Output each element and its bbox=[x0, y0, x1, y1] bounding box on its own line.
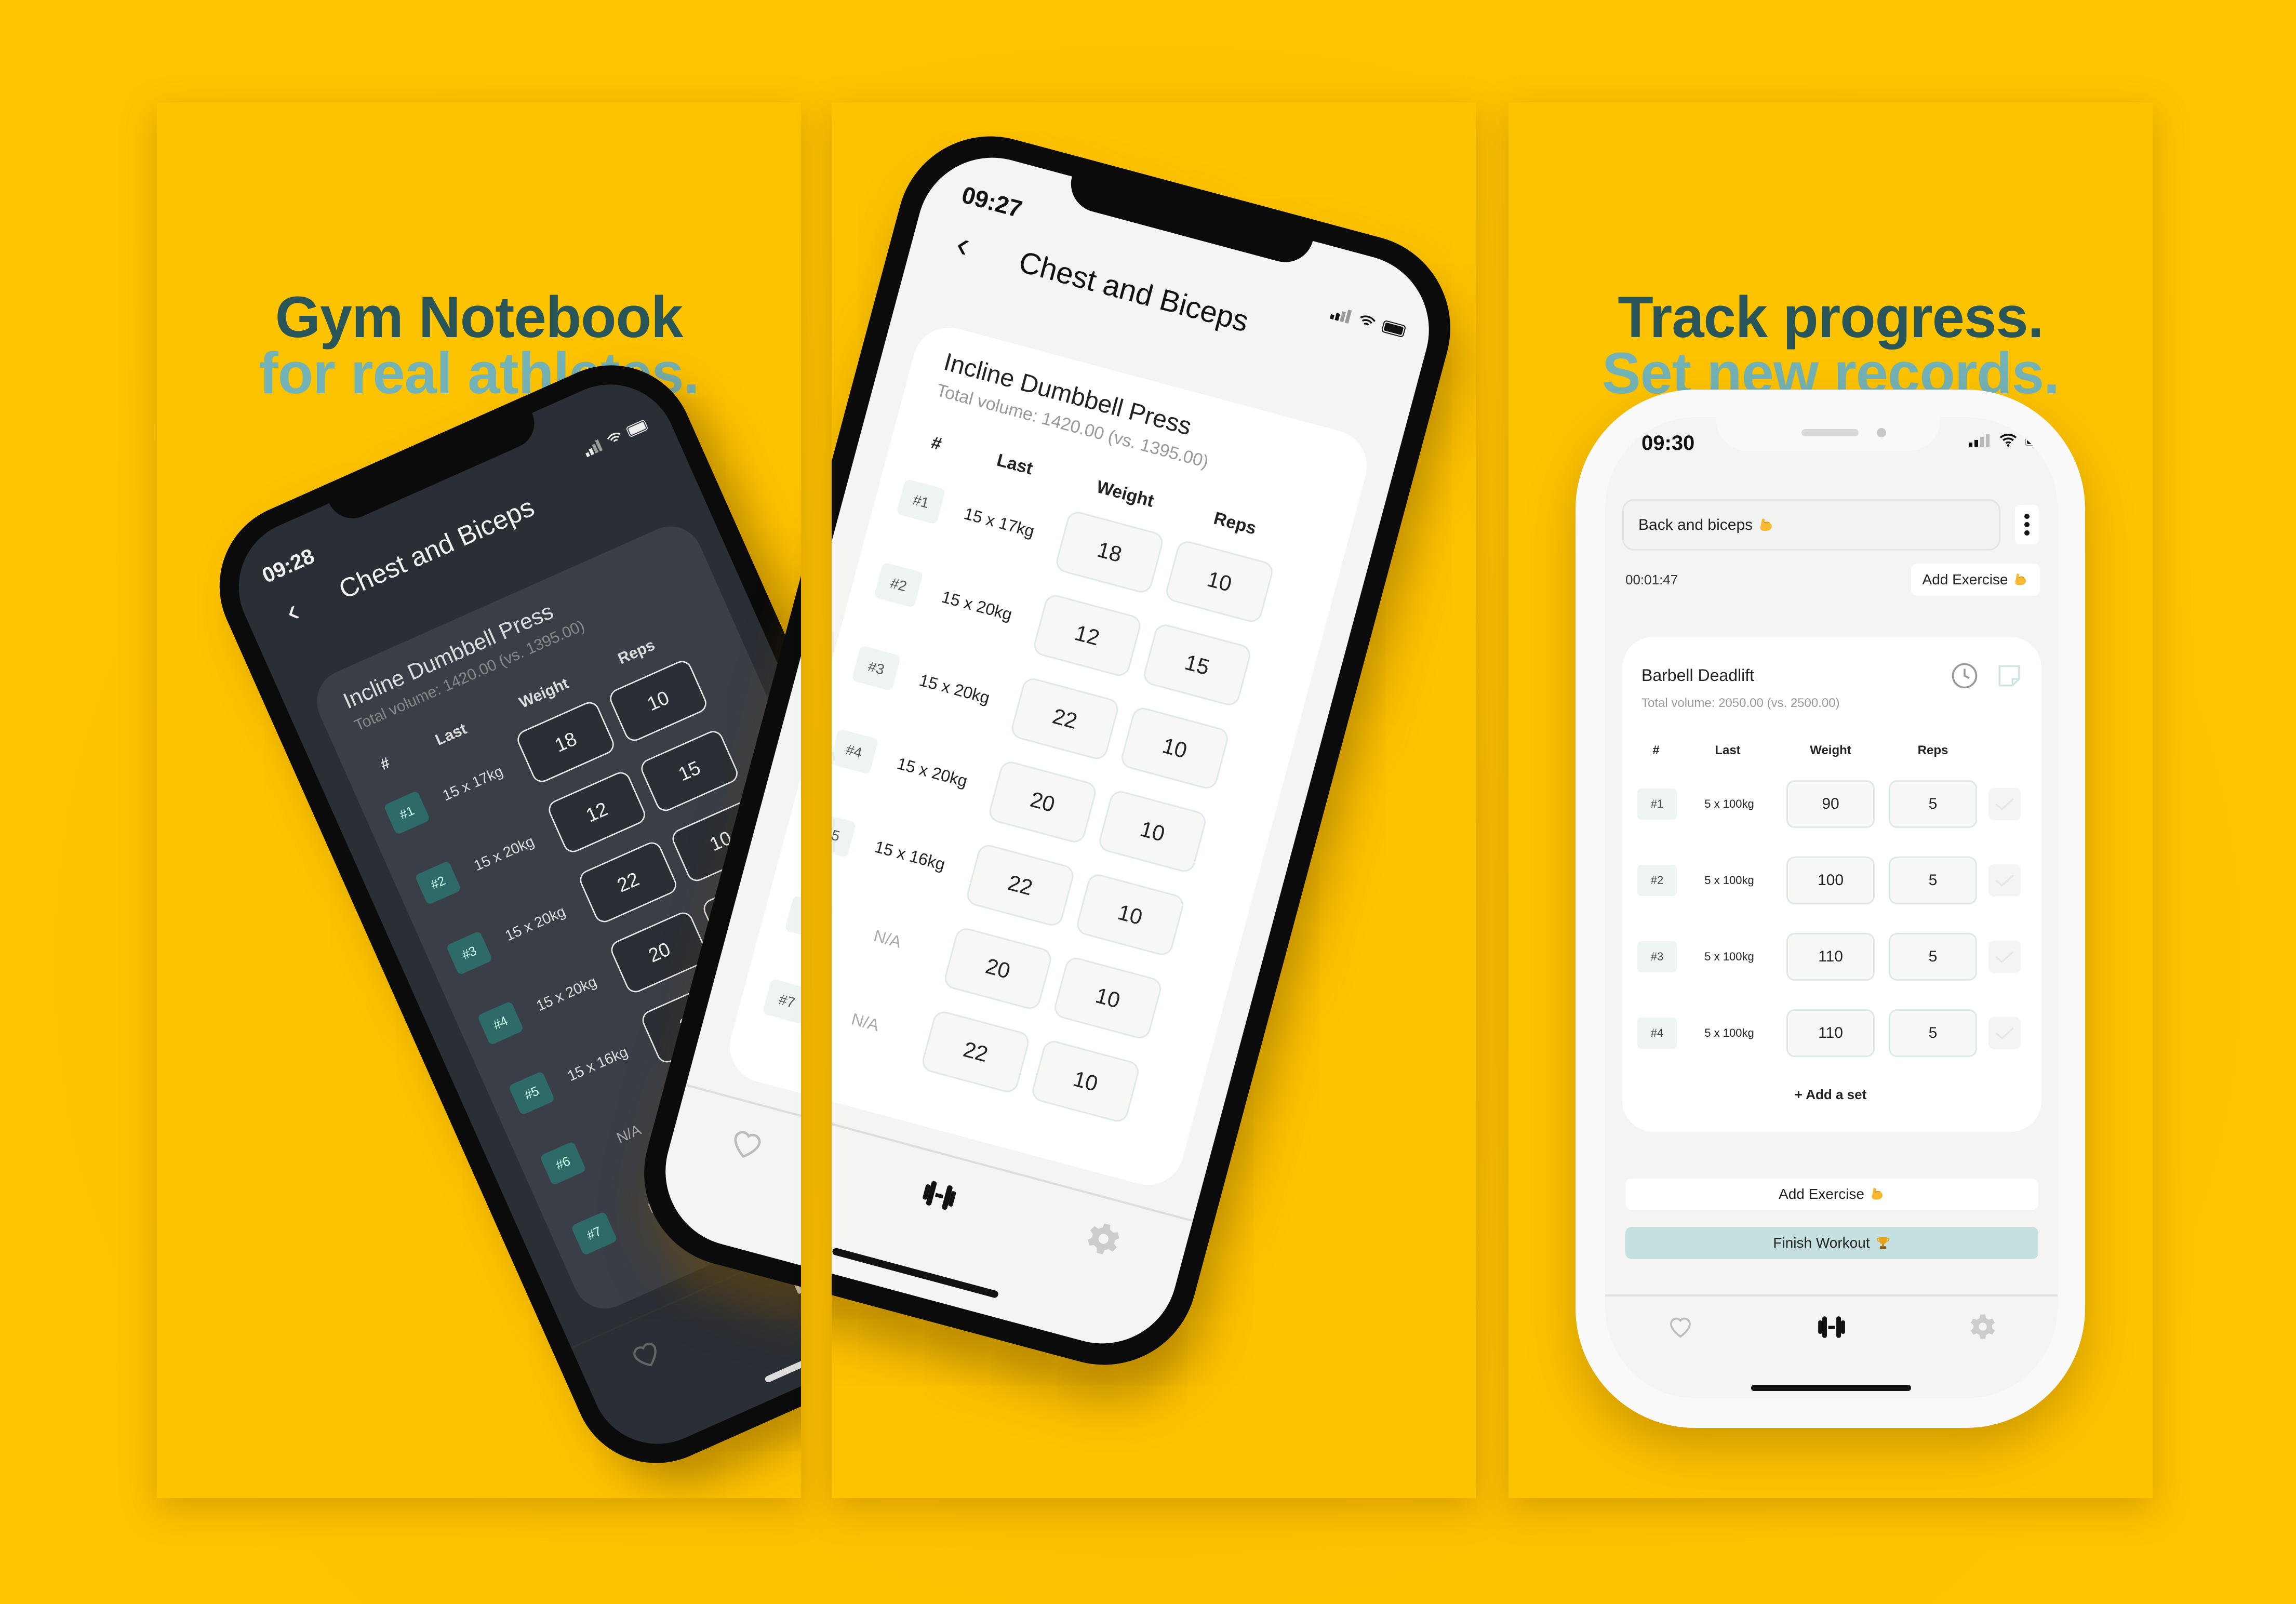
reps-input[interactable]: 5 bbox=[1889, 780, 1977, 828]
check-icon bbox=[1995, 951, 2014, 964]
set-number-badge: #2 bbox=[1637, 865, 1677, 896]
home-indicator bbox=[1751, 1385, 1911, 1391]
weight-input[interactable]: 110 bbox=[1786, 933, 1875, 981]
total-volume: Total volume: 2050.00 (vs. 2500.00) bbox=[1641, 696, 1840, 710]
wifi-icon bbox=[1999, 434, 2017, 447]
signal-icon bbox=[585, 439, 603, 458]
battery-icon bbox=[2025, 434, 2051, 446]
finish-workout-label: Finish Workout bbox=[1773, 1235, 1870, 1251]
last-set-value: 5 x 100kg bbox=[1704, 950, 1754, 963]
workout-name-value: Back and biceps bbox=[1638, 516, 1753, 533]
column-header: Reps bbox=[1917, 743, 1948, 757]
column-header: Weight bbox=[1810, 743, 1851, 757]
tab-gear-icon[interactable] bbox=[1082, 1217, 1126, 1261]
home-indicator bbox=[832, 1247, 999, 1299]
reps-input[interactable]: 5 bbox=[1889, 1009, 1977, 1057]
status-time: 09:30 bbox=[1641, 432, 1695, 455]
set-row: #3 5 x 100kg 110 5 bbox=[1622, 933, 2041, 981]
battery-icon bbox=[626, 420, 648, 437]
weight-input[interactable]: 100 bbox=[1786, 857, 1875, 904]
add-exercise-label: Add Exercise bbox=[1922, 571, 2008, 587]
note-icon[interactable] bbox=[1996, 663, 2022, 689]
flexed-biceps-icon bbox=[1758, 517, 1774, 533]
exercise-card: Barbell Deadlift Total volume: 2050.00 (… bbox=[1622, 637, 2041, 1132]
check-icon bbox=[1995, 1027, 2014, 1040]
status-time: 09:28 bbox=[258, 543, 318, 588]
status-time: 09:27 bbox=[959, 181, 1025, 223]
last-set-value: 5 x 100kg bbox=[1704, 1026, 1754, 1039]
exercise-title: Barbell Deadlift bbox=[1641, 666, 1754, 685]
status-icons bbox=[1969, 433, 2052, 447]
back-chevron-icon[interactable]: ‹ bbox=[279, 592, 304, 630]
complete-set-checkbox[interactable] bbox=[1988, 788, 2021, 820]
panel3-headline: Track progress. Set new records. bbox=[1509, 285, 2153, 403]
headline-line1: Track progress. bbox=[1618, 285, 2044, 350]
weight-input[interactable]: 90 bbox=[1786, 780, 1875, 828]
status-icons bbox=[1329, 305, 1410, 339]
weight-input[interactable]: 110 bbox=[1786, 1009, 1875, 1057]
reps-input[interactable]: 5 bbox=[1889, 933, 1977, 981]
tab-heart-icon[interactable] bbox=[624, 1333, 667, 1375]
add-exercise-top-button[interactable]: Add Exercise bbox=[1911, 564, 2040, 596]
set-number-badge: #1 bbox=[1637, 788, 1677, 820]
speaker bbox=[1801, 429, 1859, 436]
phone-mockup-workout: 09:30 Back and biceps 00:01:47 Add Exerc… bbox=[1576, 390, 2085, 1428]
clock-icon[interactable] bbox=[1951, 662, 1979, 690]
set-row: #1 5 x 100kg 90 5 bbox=[1622, 780, 2041, 828]
add-exercise-button[interactable]: Add Exercise bbox=[1625, 1179, 2038, 1210]
finish-workout-button[interactable]: Finish Workout bbox=[1625, 1227, 2038, 1259]
back-chevron-icon[interactable]: ‹ bbox=[952, 222, 975, 265]
last-set-value: 5 x 100kg bbox=[1704, 874, 1754, 887]
flexed-biceps-icon bbox=[1870, 1186, 1885, 1202]
more-options-button[interactable] bbox=[2015, 505, 2039, 544]
tab-bar-divider bbox=[1605, 1294, 2058, 1296]
trophy-icon bbox=[1875, 1235, 1891, 1251]
phone-mockup-light: 09:27‹Chest and BicepsIncline Dumbbell P… bbox=[832, 115, 1472, 1386]
workout-timer: 00:01:47 bbox=[1625, 572, 1678, 587]
set-number-badge: #3 bbox=[1637, 941, 1677, 972]
workout-name-input[interactable]: Back and biceps bbox=[1622, 499, 2000, 551]
set-row: #4 5 x 100kg 110 5 bbox=[1622, 1009, 2041, 1057]
panel1-phones: 09:28 ‹ Chest and Biceps Incline Dumbbell P… bbox=[157, 102, 801, 1498]
tab-heart-icon[interactable] bbox=[1666, 1312, 1694, 1340]
status-icons bbox=[582, 418, 651, 458]
signal-icon bbox=[1329, 310, 1352, 324]
tab-dumbbell-icon[interactable] bbox=[916, 1172, 962, 1218]
column-header: Last bbox=[1715, 743, 1741, 757]
tab-dumbbell-icon[interactable] bbox=[1816, 1311, 1848, 1343]
battery-icon bbox=[1381, 320, 1406, 337]
add-exercise-label: Add Exercise bbox=[1779, 1186, 1864, 1202]
complete-set-checkbox[interactable] bbox=[1988, 1017, 2021, 1049]
panel-workout-screen: 09:27 ‹ Chest and Biceps Incline Dumbbell P… bbox=[832, 102, 1476, 1498]
flexed-biceps-icon bbox=[2013, 572, 2028, 587]
screen-title: Chest and Biceps bbox=[1015, 245, 1252, 339]
wifi-icon bbox=[607, 433, 620, 443]
add-set-button[interactable]: + Add a set bbox=[1795, 1087, 1866, 1103]
camera bbox=[1877, 428, 1886, 437]
reps-input[interactable]: 5 bbox=[1889, 857, 1977, 904]
set-number-badge: #4 bbox=[1637, 1018, 1677, 1049]
wifi-icon bbox=[1360, 315, 1376, 326]
phone-screen: 09:30 Back and biceps 00:01:47 Add Exerc… bbox=[1605, 417, 2058, 1398]
signal-icon bbox=[1969, 434, 1990, 447]
tab-gear-icon[interactable] bbox=[1968, 1312, 1997, 1341]
column-header: # bbox=[1652, 743, 1660, 757]
complete-set-checkbox[interactable] bbox=[1988, 941, 2021, 973]
check-icon bbox=[1995, 874, 2014, 887]
panel-gym-notebook: Gym Notebook for real athletes. 09:28 ‹ Ch… bbox=[157, 102, 801, 1498]
set-row: #2 5 x 100kg 100 5 bbox=[1622, 857, 2041, 904]
panel2-phones: 09:27 ‹ Chest and Biceps Incline Dumbbell P… bbox=[832, 102, 1476, 1498]
tab-heart-icon[interactable] bbox=[725, 1121, 769, 1166]
home-indicator bbox=[764, 1315, 801, 1384]
last-set-value: 5 x 100kg bbox=[1704, 797, 1754, 810]
check-icon bbox=[1995, 798, 2014, 811]
complete-set-checkbox[interactable] bbox=[1988, 864, 2021, 897]
phone-screen: 09:27‹Chest and BicepsIncline Dumbbell P… bbox=[832, 141, 1446, 1360]
